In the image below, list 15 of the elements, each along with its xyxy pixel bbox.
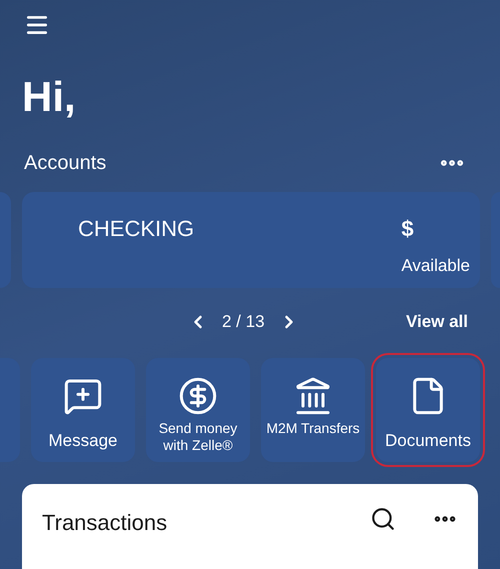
action-tile[interactable]: Documents: [376, 358, 480, 462]
section-title: Accounts: [24, 151, 106, 176]
search-icon[interactable]: [370, 506, 396, 532]
greeting: Hi,: [21, 76, 76, 118]
page-indicator: 2 / 13: [222, 311, 265, 334]
action-tile[interactable]: Message: [31, 358, 135, 462]
card-title: Transactions: [42, 509, 168, 537]
action-tile[interactable]: Send money with Zelle®: [146, 358, 250, 462]
amount-label: Available: [401, 255, 470, 277]
account-name: CHECKING: [78, 215, 194, 243]
dollar-circle-icon: [178, 376, 218, 416]
account-amount: $: [401, 215, 414, 243]
view-all-link[interactable]: View all: [406, 309, 468, 335]
action-tile[interactable]: M2M Transfers: [261, 358, 365, 462]
account-card[interactable]: CHECKING $ Available: [22, 192, 480, 288]
